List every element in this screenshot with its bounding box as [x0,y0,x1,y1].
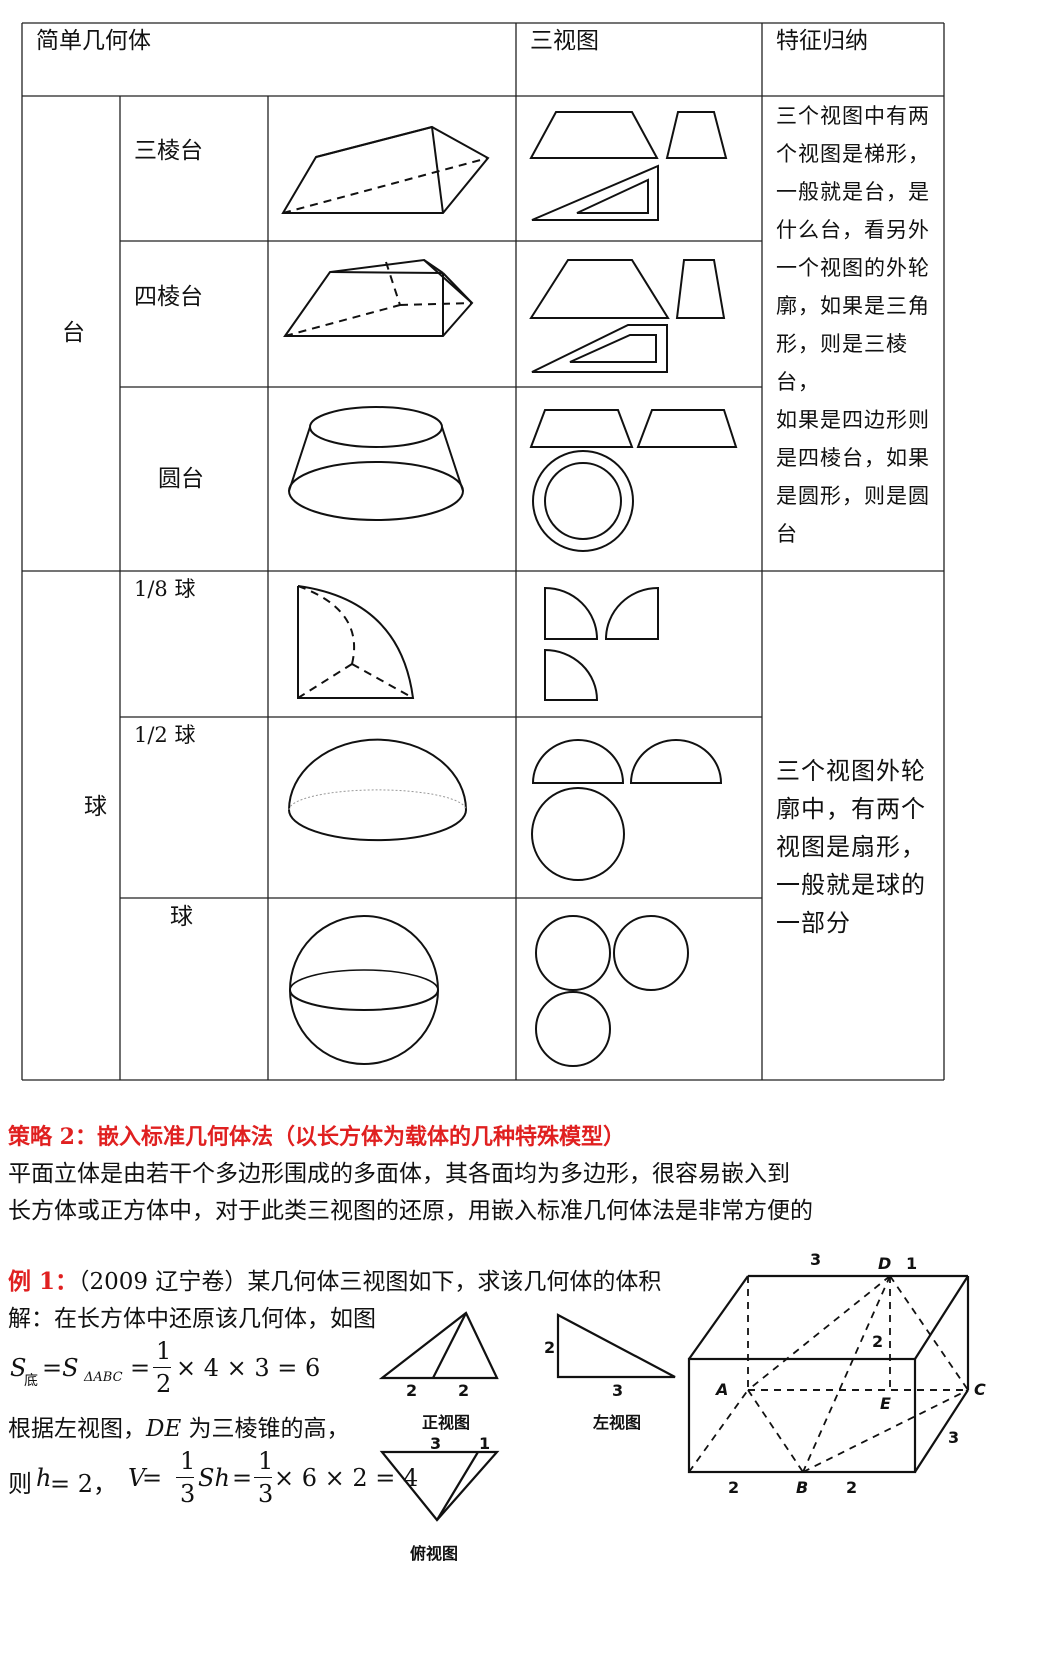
header-features: 特征归纳 [776,28,868,54]
row-circular-frustum: 圆台 [158,466,204,492]
section-title: 策略 2：嵌入标准几何体法（以长方体为载体的几种特殊模型） [8,1124,625,1150]
hemisphere-solid [288,738,467,842]
feature-frustum: 三个视图中有两 个视图是梯形， 一般就是台，是 什么台，看另外 一个视图的外轮 … [776,104,930,546]
eighth-sphere-views [544,586,659,701]
top-dim-3: 3 [430,1434,442,1453]
top-dim-1: 1 [479,1434,491,1453]
hemisphere-views [531,739,723,881]
row-eighth-sphere: 1/8 球 [134,577,196,601]
quad-frustum-views [529,259,726,373]
top-view-label: 俯视图 [410,1544,459,1563]
point-B-label: B [796,1478,809,1497]
front-dim-left: 2 [406,1381,418,1400]
triangular-frustum-solid [281,125,490,214]
example-statement: 例 1：（2009 辽宁卷）某几何体三视图如下，求该几何体的体积 [8,1268,662,1295]
sphere-views [535,915,689,1067]
header-three-views: 三视图 [530,28,599,54]
point-A-label: A [716,1380,729,1399]
group-frustum-label: 台 [62,320,85,346]
box-dim-bottom-2b: 2 [846,1478,858,1497]
row-quadrangular-frustum: 四棱台 [134,284,203,310]
row-sphere: 球 [170,904,193,930]
cuboid-figure [687,1274,970,1474]
row-half-sphere: 1/2 球 [134,723,196,747]
left-dim-height: 2 [544,1338,556,1357]
point-D-label: D [878,1254,892,1273]
tri-frustum-views [529,111,728,221]
box-dim-DE-2: 2 [872,1332,884,1351]
row-triangular-frustum: 三棱台 [134,138,203,164]
solution-line: 解：在长方体中还原该几何体，如图 [8,1306,376,1332]
box-dim-top-1: 1 [906,1254,918,1273]
quadrangular-frustum-solid [283,258,474,337]
left-view-figure [556,1313,676,1379]
box-dim-bottom-2a: 2 [728,1478,740,1497]
front-dim-right: 2 [458,1381,470,1400]
circ-frustum-views [529,409,738,552]
group-sphere-label: 球 [84,794,107,820]
formula-volume: 则 h = 2， V = 1 3 Sh = 1 3 × 6 × 2 = 4 [8,1447,419,1508]
section-paragraph-line1: 平面立体是由若干个多边形围成的多面体，其各面均为多边形，很容易嵌入到 [8,1161,790,1187]
left-dim-width: 3 [612,1381,624,1400]
section-paragraph-line2: 长方体或正方体中，对于此类三视图的还原，用嵌入标准几何体法是非常方便的 [8,1198,813,1224]
left-view-reasoning: 根据左视图，DE 为三棱锥的高， [8,1416,350,1442]
example-label: 例 1： [8,1268,79,1295]
point-E-label: E [880,1394,891,1413]
front-view-figure [378,1311,499,1380]
left-view-label: 左视图 [593,1413,642,1432]
point-C-label: C [974,1380,986,1399]
sphere-solid [289,915,439,1065]
box-dim-top-3: 3 [810,1250,822,1269]
feature-sphere: 三个视图外轮 廓中，有两个 视图是扇形， 一般就是球的 一部分 [776,757,926,937]
front-view-label: 正视图 [422,1413,471,1432]
circular-frustum-solid [288,406,464,521]
eighth-sphere-solid [297,585,415,699]
box-dim-right-3: 3 [948,1428,960,1447]
header-simple-solid: 简单几何体 [36,28,151,54]
